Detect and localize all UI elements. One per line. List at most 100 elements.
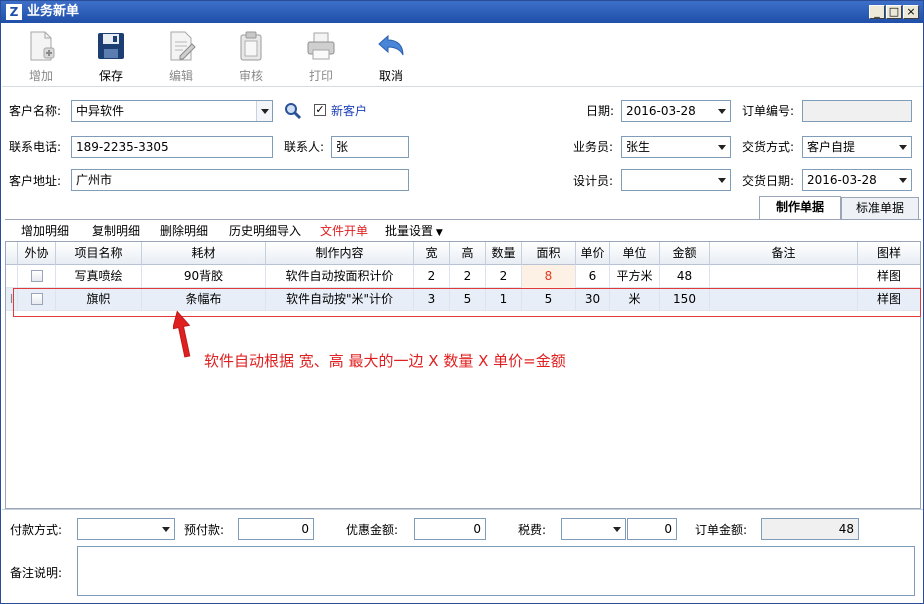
chevron-down-icon[interactable]: [158, 519, 174, 539]
cell-amount[interactable]: 48: [660, 265, 710, 288]
cell-content[interactable]: 软件自动按面积计价: [266, 265, 414, 288]
save-button-label: 保存: [98, 69, 123, 83]
file-order-button[interactable]: 文件开单: [320, 224, 368, 238]
minimize-button[interactable]: _: [869, 5, 885, 19]
col-pattern[interactable]: 图样: [858, 242, 920, 265]
save-button[interactable]: 保存: [85, 27, 137, 85]
chevron-down-icon[interactable]: [714, 170, 730, 190]
floppy-icon: [98, 33, 124, 59]
col-material[interactable]: 耗材: [142, 242, 266, 265]
contact-field[interactable]: 张: [331, 136, 409, 158]
customer-name-value: 中异软件: [76, 104, 125, 118]
review-button[interactable]: 审核: [225, 27, 277, 85]
delivery-date-picker[interactable]: 2016-03-28: [802, 169, 912, 191]
col-qty[interactable]: 数量: [486, 242, 522, 265]
order-no-field[interactable]: [802, 100, 912, 122]
search-icon[interactable]: [284, 102, 302, 120]
add-detail-button[interactable]: 增加明细: [21, 224, 69, 238]
order-window: Z 业务新单 _ □ × 增加 保存 编辑 审核 打印 取消 客户名称: 中异软…: [0, 0, 924, 604]
order-no-label: 订单编号:: [742, 104, 795, 118]
close-button[interactable]: ×: [903, 5, 919, 19]
cell-price[interactable]: 6: [576, 265, 610, 288]
cell-qty[interactable]: 2: [486, 265, 522, 288]
import-history-button[interactable]: 历史明细导入: [229, 224, 301, 238]
chevron-down-icon[interactable]: [895, 137, 911, 157]
col-content[interactable]: 制作内容: [266, 242, 414, 265]
phone-field[interactable]: 189-2235-3305: [71, 136, 273, 158]
footer-panel: 付款方式: 预付款: 0 优惠金额: 0 税费: 0 订单金额: 48 备注说明…: [2, 509, 923, 603]
designer-combo[interactable]: [621, 169, 731, 191]
tax-field[interactable]: 0: [627, 518, 677, 540]
order-amount-field[interactable]: 48: [761, 518, 859, 540]
cell-unit[interactable]: 平方米: [610, 265, 660, 288]
customer-name-combo[interactable]: 中异软件: [71, 100, 273, 122]
toolbar: 增加 保存 编辑 审核 打印 取消: [2, 23, 923, 87]
tab-standard-order[interactable]: 标准单据: [841, 197, 919, 219]
delete-detail-button[interactable]: 删除明细: [160, 224, 208, 238]
chevron-down-icon[interactable]: [714, 137, 730, 157]
detail-action-bar: 增加明细 复制明细 删除明细 历史明细导入 文件开单 批量设置 ▼: [5, 219, 921, 241]
prepaid-field[interactable]: 0: [238, 518, 314, 540]
cell-width[interactable]: 2: [414, 265, 450, 288]
salesman-label: 业务员:: [573, 140, 614, 154]
remark-textarea[interactable]: [77, 546, 915, 596]
salesman-combo[interactable]: 张生: [621, 136, 731, 158]
chevron-down-icon[interactable]: [895, 170, 911, 190]
table-row[interactable]: 写真喷绘 90背胶 软件自动按面积计价 2 2 2 8 6 平方米 48 样图: [6, 265, 920, 288]
delivery-method-combo[interactable]: 客户自提: [802, 136, 912, 158]
col-item-name[interactable]: 项目名称: [56, 242, 142, 265]
date-picker[interactable]: 2016-03-28: [621, 100, 731, 122]
col-width[interactable]: 宽: [414, 242, 450, 265]
discount-field[interactable]: 0: [414, 518, 486, 540]
address-label: 客户地址:: [9, 174, 62, 188]
add-button[interactable]: 增加: [15, 27, 67, 85]
col-outsource[interactable]: 外协: [18, 242, 56, 265]
col-amount[interactable]: 金额: [660, 242, 710, 265]
copy-detail-button[interactable]: 复制明细: [92, 224, 140, 238]
printer-icon: [307, 32, 335, 60]
annotation-text: 软件自动根据 宽、高 最大的一边 X 数量 X 单价=金额: [204, 352, 566, 370]
cell-area[interactable]: 8: [522, 265, 576, 288]
col-price[interactable]: 单价: [576, 242, 610, 265]
cell-pattern[interactable]: 样图: [858, 265, 920, 288]
annotation-arrow-icon: [173, 310, 191, 358]
new-customer-checkbox[interactable]: ✓: [314, 104, 326, 116]
col-area[interactable]: 面积: [522, 242, 576, 265]
tab-production-order[interactable]: 制作单据: [759, 196, 841, 220]
app-logo-icon: Z: [6, 4, 22, 20]
designer-label: 设计员:: [573, 174, 614, 188]
row-indicator-header: [6, 242, 18, 265]
edit-icon: [170, 31, 196, 61]
chevron-down-icon[interactable]: [256, 101, 272, 121]
col-remark[interactable]: 备注: [710, 242, 858, 265]
payment-method-combo[interactable]: [77, 518, 175, 540]
edit-button-label: 编辑: [168, 69, 193, 83]
checkbox-box[interactable]: [30, 269, 43, 282]
order-amount-label: 订单金额:: [695, 523, 748, 537]
address-field[interactable]: 广州市: [71, 169, 409, 191]
new-customer-label[interactable]: 新客户: [331, 104, 367, 118]
cell-item-name[interactable]: 写真喷绘: [56, 265, 142, 288]
outsource-checkbox[interactable]: [18, 265, 56, 288]
chevron-down-icon[interactable]: [714, 101, 730, 121]
add-doc-icon: [30, 31, 55, 61]
col-height[interactable]: 高: [450, 242, 486, 265]
batch-settings-button[interactable]: 批量设置 ▼: [385, 224, 443, 240]
delivery-method-value: 客户自提: [807, 140, 856, 154]
cancel-button[interactable]: 取消: [365, 27, 417, 85]
chevron-down-icon[interactable]: [609, 519, 625, 539]
prepaid-label: 预付款:: [184, 523, 225, 537]
delivery-date-value: 2016-03-28: [807, 173, 877, 187]
col-unit[interactable]: 单位: [610, 242, 660, 265]
cell-material[interactable]: 90背胶: [142, 265, 266, 288]
discount-label: 优惠金额:: [346, 523, 399, 537]
edit-button[interactable]: 编辑: [155, 27, 207, 85]
print-button[interactable]: 打印: [295, 27, 347, 85]
tax-type-combo[interactable]: [561, 518, 626, 540]
remark-label: 备注说明:: [10, 566, 63, 580]
row-indicator: [6, 265, 18, 288]
maximize-button[interactable]: □: [886, 5, 902, 19]
cell-remark[interactable]: [710, 265, 858, 288]
cell-height[interactable]: 2: [450, 265, 486, 288]
caret-down-icon: ▼: [433, 228, 443, 238]
